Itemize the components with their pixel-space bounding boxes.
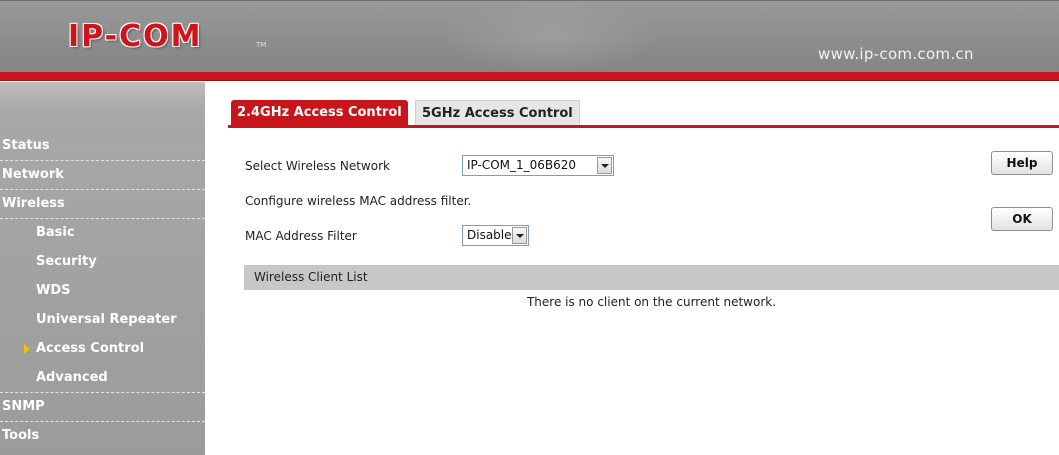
sidebar-item-label: Universal Repeater bbox=[36, 312, 177, 327]
network-select-label: Select Wireless Network bbox=[245, 159, 390, 173]
tab-5ghz-access-control[interactable]: 5GHz Access Control bbox=[415, 100, 580, 125]
filter-description: Configure wireless MAC address filter. bbox=[245, 194, 472, 208]
sidebar-nav: Status Network Wireless Basic Security W… bbox=[0, 82, 205, 455]
chevron-down-icon bbox=[512, 227, 527, 244]
ok-button[interactable]: OK bbox=[991, 207, 1053, 231]
sidebar-item-label: Status bbox=[2, 138, 50, 153]
sidebar-item-security[interactable]: Security bbox=[0, 248, 205, 277]
client-list-empty-message: There is no client on the current networ… bbox=[526, 295, 777, 309]
sidebar-item-snmp[interactable]: SNMP bbox=[0, 393, 205, 422]
sidebar-item-label: Advanced bbox=[36, 370, 108, 385]
sidebar-item-label: SNMP bbox=[2, 399, 45, 414]
sidebar-item-basic[interactable]: Basic bbox=[0, 219, 205, 248]
sidebar-item-label: Basic bbox=[36, 225, 75, 240]
sidebar-item-universal-repeater[interactable]: Universal Repeater bbox=[0, 306, 205, 335]
sidebar-item-label: Wireless bbox=[2, 196, 65, 211]
sidebar-item-tools[interactable]: Tools bbox=[0, 422, 205, 451]
wireless-network-value: IP-COM_1_06B620 bbox=[467, 158, 577, 172]
tab-24ghz-access-control[interactable]: 2.4GHz Access Control bbox=[231, 100, 408, 125]
mac-filter-label: MAC Address Filter bbox=[245, 229, 357, 243]
sidebar-item-advanced[interactable]: Advanced bbox=[0, 364, 205, 393]
sidebar-item-label: Security bbox=[36, 254, 97, 269]
sidebar-item-label: Network bbox=[2, 167, 64, 182]
sidebar-item-label: WDS bbox=[36, 283, 71, 298]
sidebar-item-network[interactable]: Network bbox=[0, 161, 205, 190]
mac-filter-value: Disable bbox=[467, 228, 512, 242]
header-banner: IP-COM TM www.ip-com.com.cn bbox=[0, 0, 1059, 73]
active-arrow-icon bbox=[24, 344, 30, 354]
chevron-down-icon bbox=[597, 157, 612, 174]
tab-bar: 2.4GHz Access Control 5GHz Access Contro… bbox=[228, 98, 1059, 128]
sidebar-item-label: Tools bbox=[2, 428, 40, 443]
sidebar-item-wireless[interactable]: Wireless bbox=[0, 190, 205, 219]
client-list-header: Wireless Client List bbox=[244, 265, 1059, 290]
mac-filter-select[interactable]: Disable bbox=[462, 225, 529, 246]
sidebar-item-status[interactable]: Status bbox=[0, 132, 205, 161]
help-button[interactable]: Help bbox=[991, 151, 1053, 175]
sidebar-item-access-control[interactable]: Access Control bbox=[0, 335, 205, 364]
sidebar-item-wds[interactable]: WDS bbox=[0, 277, 205, 306]
logo-trademark: TM bbox=[256, 41, 267, 49]
sidebar-item-label: Access Control bbox=[36, 341, 145, 356]
header-divider bbox=[0, 72, 1059, 81]
brand-logo: IP-COM bbox=[68, 19, 203, 54]
site-url: www.ip-com.com.cn bbox=[818, 45, 974, 63]
wireless-network-select[interactable]: IP-COM_1_06B620 bbox=[462, 155, 614, 176]
